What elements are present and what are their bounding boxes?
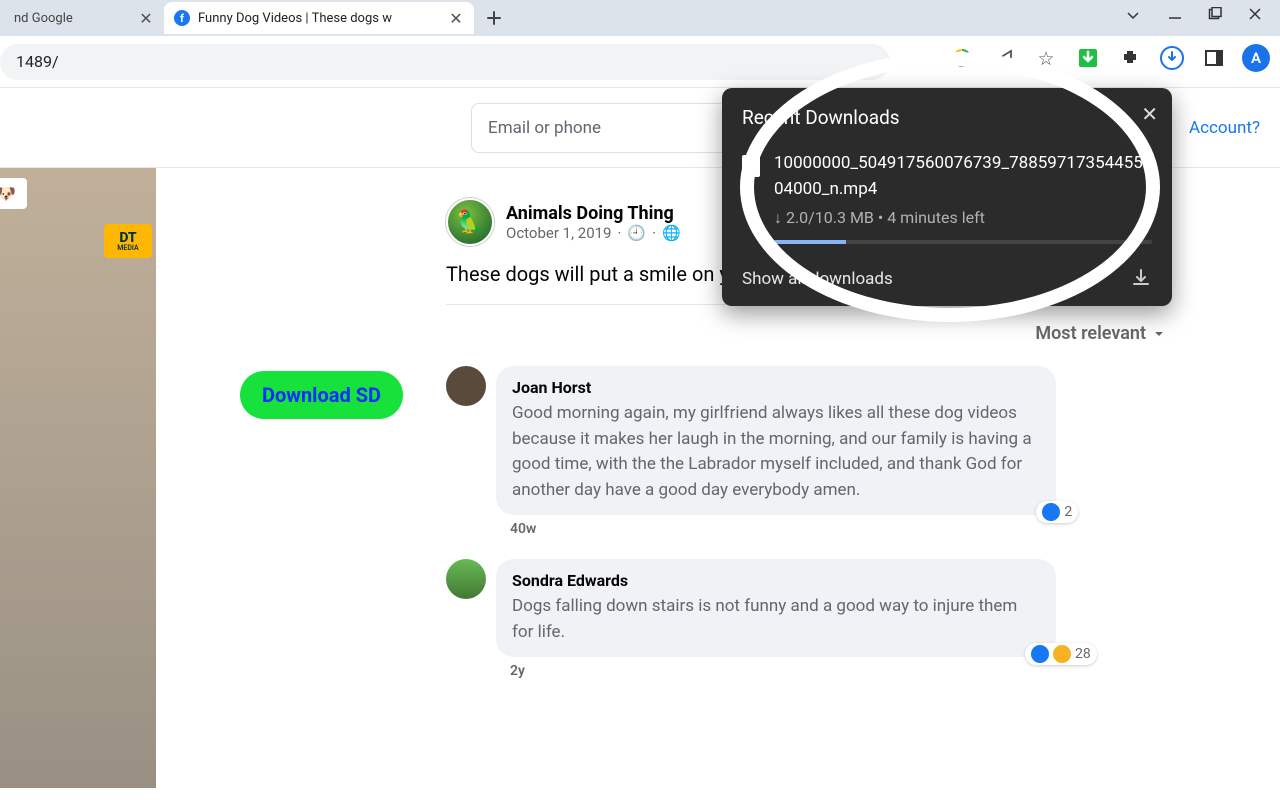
chevron-down-icon[interactable] (1124, 6, 1142, 28)
tab-active[interactable]: f Funny Dog Videos | These dogs w ✕ (164, 2, 474, 34)
forgot-account-link[interactable]: Account? (1189, 118, 1260, 138)
google-icon[interactable] (948, 44, 976, 72)
comment-reactions[interactable]: 2 (1036, 501, 1078, 523)
comment-text: Good morning again, my girlfriend always… (512, 401, 1040, 503)
profile-avatar[interactable]: A (1242, 44, 1270, 72)
like-icon (1042, 503, 1060, 521)
post-meta: October 1, 2019 · 🕘 · 🌐 (506, 224, 681, 242)
tab-title: Funny Dog Videos | These dogs w (198, 11, 440, 26)
file-icon (742, 155, 760, 177)
sad-icon (1053, 645, 1071, 663)
close-icon[interactable]: ✕ (448, 10, 464, 26)
page-avatar[interactable]: 🦜 (446, 198, 494, 246)
downloads-icon[interactable] (1158, 44, 1186, 72)
close-icon[interactable]: ✕ (138, 10, 154, 26)
comment-age: 2y (510, 663, 525, 679)
facebook-icon: f (174, 10, 190, 26)
comment-age: 40w (510, 521, 536, 537)
download-filename: 10000000_504917560076739_788597173544550… (774, 151, 1152, 202)
address-bar[interactable]: 1489/ (0, 44, 890, 80)
close-icon[interactable]: ✕ (1141, 102, 1158, 126)
placeholder-text: Email or phone (488, 118, 601, 138)
show-all-downloads[interactable]: Show all downloads (742, 269, 893, 289)
download-progress (774, 240, 1152, 244)
download-item[interactable]: 10000000_504917560076739_788597173544550… (742, 151, 1152, 244)
email-field[interactable]: Email or phone (471, 103, 741, 153)
bookmark-icon[interactable]: ☆ (1032, 44, 1060, 72)
commenter-avatar[interactable] (446, 559, 486, 599)
download-sd-button[interactable]: Download SD (240, 371, 403, 419)
history-icon: 🕘 (627, 224, 646, 242)
download-status: ↓ 2.0/10.3 MB • 4 minutes left (774, 208, 1152, 228)
video-thumbnail[interactable]: VIDEOS 🐶 DTMEDIA (0, 168, 156, 788)
comment-reactions[interactable]: 28 (1025, 643, 1097, 665)
new-tab-button[interactable] (480, 4, 508, 32)
window-controls (1106, 0, 1280, 34)
url-text: 1489/ (16, 52, 59, 71)
minimize-icon[interactable] (1168, 6, 1182, 28)
downloads-title: Recent Downloads (742, 106, 1152, 129)
share-icon[interactable] (990, 44, 1018, 72)
chevron-down-icon (1152, 327, 1166, 341)
comment-text: Dogs falling down stairs is not funny an… (512, 594, 1040, 645)
close-icon[interactable] (1248, 6, 1262, 28)
commenter-name[interactable]: Sondra Edwards (512, 571, 1040, 590)
browser-chrome: nd Google ✕ f Funny Dog Videos | These d… (0, 0, 1280, 88)
extensions-icon[interactable] (1116, 44, 1144, 72)
dt-media-logo: DTMEDIA (104, 224, 152, 258)
video-badge: VIDEOS 🐶 (0, 178, 27, 209)
comment-sort[interactable]: Most relevant (446, 323, 1166, 344)
comment: Joan Horst Good morning again, my girlfr… (446, 366, 1166, 537)
comment: Sondra Edwards Dogs falling down stairs … (446, 559, 1166, 679)
tab-inactive[interactable]: nd Google ✕ (4, 2, 164, 34)
svg-text:f: f (180, 12, 184, 25)
commenter-name[interactable]: Joan Horst (512, 378, 1040, 397)
tab-strip: nd Google ✕ f Funny Dog Videos | These d… (0, 0, 1280, 36)
open-folder-icon[interactable] (1130, 266, 1152, 292)
download-extension-icon[interactable] (1074, 44, 1102, 72)
downloads-popup: Recent Downloads ✕ 10000000_504917560076… (722, 88, 1172, 306)
comment-bubble: Joan Horst Good morning again, my girlfr… (496, 366, 1056, 515)
globe-icon: 🌐 (662, 224, 681, 242)
toolbar-actions: ☆ A (948, 44, 1270, 72)
post-author[interactable]: Animals Doing Thing (506, 203, 681, 224)
comment-bubble: Sondra Edwards Dogs falling down stairs … (496, 559, 1056, 657)
side-panel-icon[interactable] (1200, 44, 1228, 72)
maximize-icon[interactable] (1208, 6, 1222, 28)
commenter-avatar[interactable] (446, 366, 486, 406)
like-icon (1031, 645, 1049, 663)
tab-title: nd Google (14, 11, 130, 26)
